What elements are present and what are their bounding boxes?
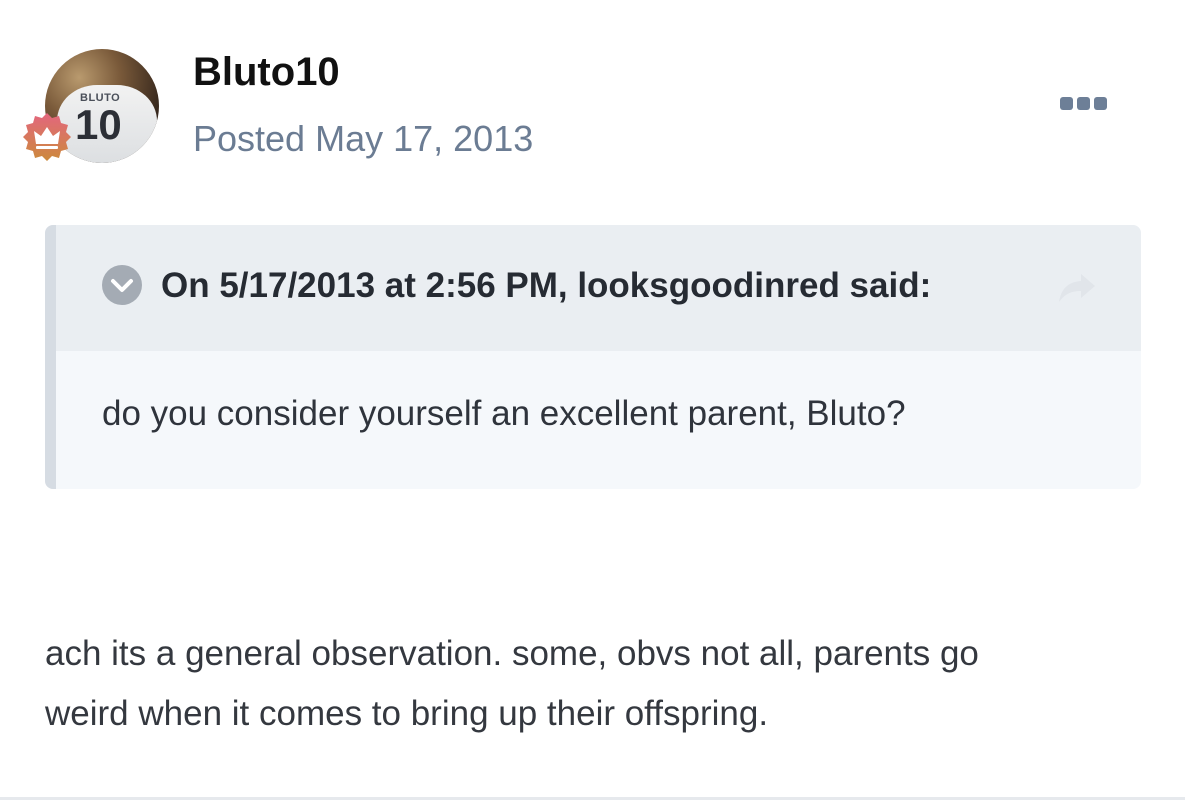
post-date: Posted May 17, 2013	[193, 117, 533, 161]
share-arrow-icon[interactable]	[1055, 270, 1099, 306]
post-content-line: weird when it comes to bring up their of…	[45, 694, 769, 733]
author-name[interactable]: Bluto10	[193, 46, 340, 98]
avatar-shirt-number: 10	[75, 101, 122, 148]
crown-badge-icon	[23, 113, 71, 161]
chevron-down-circle-icon[interactable]	[101, 264, 143, 306]
posted-prefix: Posted	[193, 118, 306, 159]
quote-text: do you consider yourself an excellent pa…	[102, 394, 906, 433]
post-content-line: ach its a general observation. some, obv…	[45, 634, 979, 673]
quote-citation: On 5/17/2013 at 2:56 PM, looksgoodinred …	[161, 266, 932, 305]
avatar-container[interactable]: BLUTO 10	[23, 49, 159, 163]
posted-date-link[interactable]: May 17, 2013	[315, 118, 533, 159]
quote-left-bar	[45, 225, 56, 489]
forum-post: BLUTO 10 Bluto10 Posted May 17, 2013 On …	[0, 0, 1185, 800]
post-content: ach its a general observation. some, obv…	[45, 624, 1145, 744]
ellipsis-menu-icon[interactable]	[1060, 94, 1110, 112]
